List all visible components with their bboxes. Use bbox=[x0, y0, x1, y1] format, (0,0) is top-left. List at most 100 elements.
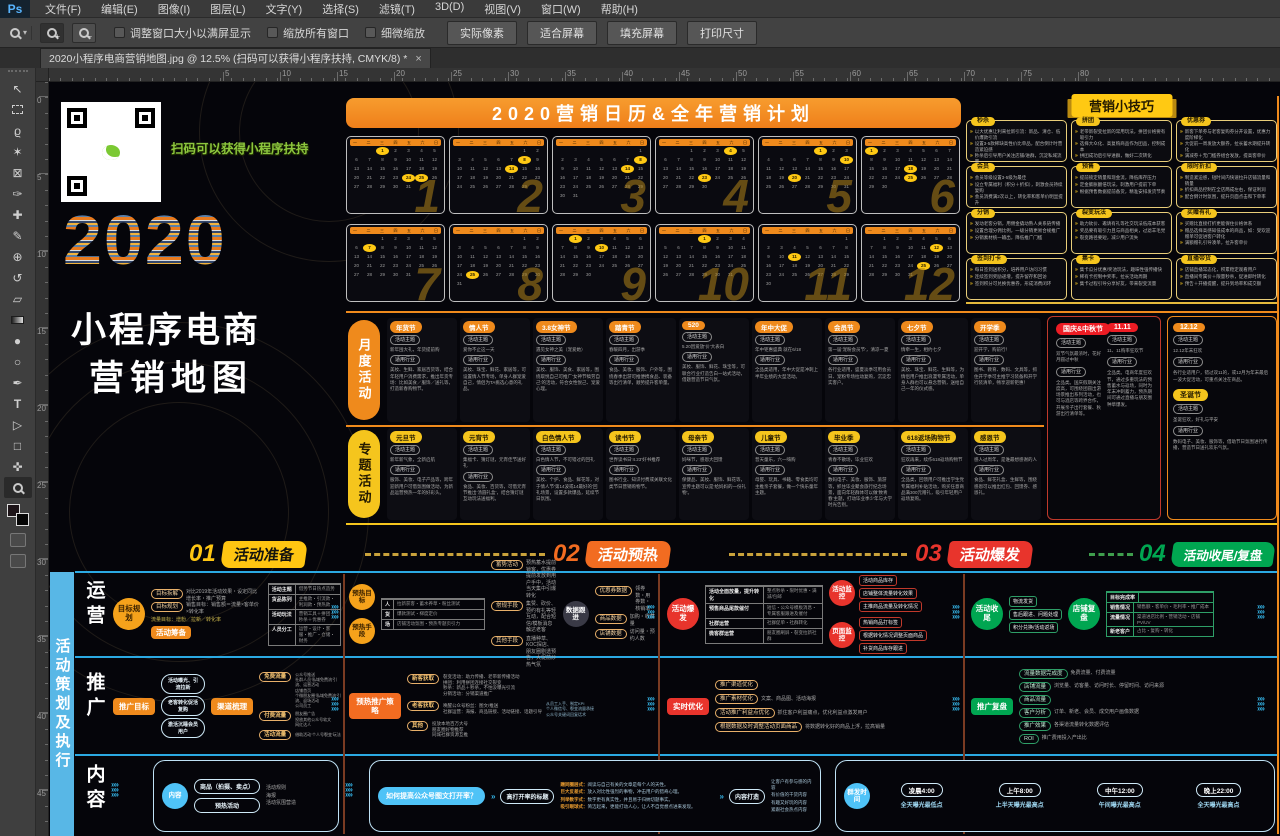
industry-text: 全品类。国庆假期关注度高，可围绕团圆出游场景推出系列活动，也可与酒店等跨界合作，… bbox=[1056, 380, 1101, 418]
channel-item: 网红达人 bbox=[295, 722, 331, 727]
option-button[interactable]: 适合屏幕 bbox=[527, 21, 597, 45]
menu-item[interactable]: 滤镜(T) bbox=[370, 0, 424, 18]
background-color[interactable] bbox=[16, 513, 29, 526]
photoshop-window: Ps 文件(F)编辑(E)图像(I)图层(L)文字(Y)选择(S)滤镜(T)3D… bbox=[0, 0, 1280, 836]
checkbox-label: 调整窗口大小以满屏显示 bbox=[130, 25, 251, 41]
flow-arrows-icon: »»»»»» bbox=[647, 604, 654, 619]
vertical-ruler[interactable]: 051015202530354045 bbox=[36, 82, 49, 836]
dodge-tool[interactable]: ○ bbox=[4, 351, 32, 372]
crop-tool[interactable]: ⊠ bbox=[4, 162, 32, 183]
quick-mask-button[interactable] bbox=[10, 533, 26, 547]
menu-item[interactable]: 图像(I) bbox=[149, 0, 199, 18]
pen-tool[interactable]: ✒ bbox=[4, 372, 32, 393]
node-store-review: 店铺复盘 bbox=[1068, 598, 1100, 630]
checkbox-icon[interactable] bbox=[267, 27, 278, 38]
bullet-icon: » bbox=[1075, 175, 1078, 182]
calendar-month-card: 一二三四五六日123456789101112131415161718192021… bbox=[449, 224, 548, 302]
phase-number: 04 bbox=[1139, 540, 1166, 568]
table-row: 流量情况渠道进店比例・营销活动・店铺PV/UV bbox=[1107, 612, 1213, 626]
horizontal-ruler[interactable]: 5101520253035404550556065707580 bbox=[49, 68, 1280, 82]
eraser-icon: ▱ bbox=[13, 292, 22, 306]
festival-pill: 520 bbox=[682, 321, 705, 330]
path-selection-tool[interactable]: ▷ bbox=[4, 414, 32, 435]
menu-item[interactable]: 图层(L) bbox=[201, 0, 254, 18]
menu-item[interactable]: 帮助(H) bbox=[592, 0, 647, 18]
zoom-tool[interactable] bbox=[4, 477, 32, 498]
theme-key: 活动主题 bbox=[901, 335, 931, 345]
title-tip-line: 巨大反差式：放入对比性强烈的事物，冲击用户的猎奇心理。 bbox=[560, 789, 713, 795]
month-number: 12 bbox=[904, 261, 955, 302]
industry-text: 食品、美妆、百货等，可借元宵节推出‘汤圆礼盒’，结合猜灯谜互动玩法送福利。 bbox=[463, 484, 527, 503]
option-checkbox[interactable]: 细微缩放 bbox=[365, 25, 425, 41]
ruler-origin bbox=[36, 68, 49, 82]
theme-key: 活动主题 bbox=[828, 335, 858, 345]
move-tool[interactable]: ↖ bbox=[4, 78, 32, 99]
rect-marquee-tool[interactable] bbox=[4, 99, 32, 120]
industry-key: 适用行业 bbox=[974, 355, 1004, 365]
calendar-month-card: 一二三四五六日123456789101112131415161718192021… bbox=[655, 136, 754, 214]
toolbar-grip[interactable] bbox=[8, 70, 28, 75]
move-icon: ↖ bbox=[12, 82, 22, 96]
industry-text: 美妆、服饰、美食、家居等，围绕取悦自己可推广‘女神节犒劳自己’的活动，符合女性悦… bbox=[536, 367, 600, 392]
tip-card: 秒杀 »以大优惠让利来拉新引流：新品、清仓、低价爆款引流»设置3-5款稀缺高性价… bbox=[966, 120, 1067, 162]
phase-ribbon: 活动爆发 bbox=[946, 541, 1034, 568]
table-row: 目标完成率 bbox=[1107, 592, 1213, 602]
menu-item[interactable]: 文件(F) bbox=[36, 0, 90, 18]
calendar-month-card: 一二三四五六日123456789101112131415161718192021… bbox=[346, 136, 445, 214]
menu-item[interactable]: 编辑(E) bbox=[92, 0, 147, 18]
canvas[interactable]: 扫码可以获得小程序扶持 2020 小程序电商 营销地图 2020营销日历&全年营… bbox=[49, 82, 1280, 836]
data-row: 商品数据加购・收藏量 bbox=[595, 614, 655, 627]
title-tip-line: 吸引眼球式：简洁起来，更能打动人心，让人不自觉想点进来发现。 bbox=[560, 804, 713, 810]
gradient-tool[interactable] bbox=[4, 309, 32, 330]
spot-healing-tool[interactable]: ✚ bbox=[4, 204, 32, 225]
zoom-tool-preset[interactable]: ▾ bbox=[6, 26, 32, 40]
dash-connector bbox=[1089, 553, 1133, 556]
photoshop-logo[interactable]: Ps bbox=[0, 0, 30, 18]
month-number: 9 bbox=[620, 261, 646, 302]
optimization-row: 根据数据及时调整活动页面商品将数据转化好的商品上浮，拉高销量 bbox=[715, 722, 885, 732]
checkbox-icon[interactable] bbox=[114, 27, 125, 38]
zoom-in-button[interactable]: + bbox=[40, 23, 64, 43]
menu-item[interactable]: 窗口(W) bbox=[532, 0, 590, 18]
rectangle-tool[interactable]: □ bbox=[4, 435, 32, 456]
weekday-header: 一二三四五六日 bbox=[350, 227, 441, 234]
lasso-tool[interactable]: ϱ bbox=[4, 120, 32, 141]
magic-wand-tool[interactable]: ✶ bbox=[4, 141, 32, 162]
screen-mode-button[interactable] bbox=[10, 554, 26, 568]
menu-item[interactable]: 视图(V) bbox=[475, 0, 530, 18]
option-checkbox[interactable]: 缩放所有窗口 bbox=[267, 25, 349, 41]
menu-item[interactable]: 选择(S) bbox=[313, 0, 368, 18]
option-button[interactable]: 实际像素 bbox=[447, 21, 517, 45]
broadcast-time-point: 凌晨4:00全天曝光最低点 bbox=[901, 783, 943, 809]
row-label-operations: 运营 bbox=[81, 580, 107, 650]
option-checkbox[interactable]: 调整窗口大小以满屏显示 bbox=[114, 25, 251, 41]
flow-arrows-icon: »»»»»» bbox=[647, 696, 654, 711]
tip-card: 买赠有礼 »买赠比直接打折更能保住价格体系»赠品选择高感知低成本的商品，如：受欢… bbox=[1176, 212, 1277, 254]
theme-text: 情牵一生，相约七夕 bbox=[901, 347, 965, 353]
option-button[interactable]: 填充屏幕 bbox=[607, 21, 677, 45]
document-tab[interactable]: 2020小程序电商营销地图.jpg @ 12.5% (扫码可以获得小程序扶持, … bbox=[40, 48, 431, 68]
color-swatches[interactable] bbox=[7, 504, 29, 526]
channel-group: 付费流量 朋友圈广告投放其他公众号软文网红达人 bbox=[259, 711, 341, 727]
menu-item[interactable]: 3D(D) bbox=[426, 0, 473, 18]
magnifier-icon bbox=[10, 28, 20, 38]
menu-item[interactable]: 文字(Y) bbox=[257, 0, 312, 18]
bullet-icon: » bbox=[970, 267, 973, 274]
type-tool[interactable]: T bbox=[4, 393, 32, 414]
clone-stamp-tool[interactable]: ⊕ bbox=[4, 246, 32, 267]
eyedropper-tool[interactable]: ✑ bbox=[4, 183, 32, 204]
option-button[interactable]: 打印尺寸 bbox=[687, 21, 757, 45]
eraser-tool[interactable]: ▱ bbox=[4, 288, 32, 309]
channel-group: 免费流量 公众号推送社群人员‘私域免费流’引流、运营活动店铺首页个微朋友圈‘私域… bbox=[259, 672, 341, 708]
hand-tool[interactable]: ✜ bbox=[4, 456, 32, 477]
node-warmup-means: 预热手段 bbox=[349, 618, 375, 644]
zoom-out-button[interactable]: − bbox=[72, 23, 96, 43]
blur-tool[interactable]: ● bbox=[4, 330, 32, 351]
flow-arrows-icon: »»»»»» bbox=[1257, 604, 1264, 619]
brush-tool[interactable]: ✎ bbox=[4, 225, 32, 246]
history-brush-tool[interactable]: ↺ bbox=[4, 267, 32, 288]
checkbox-icon[interactable] bbox=[365, 27, 376, 38]
industry-key: 适用行业 bbox=[828, 355, 858, 365]
close-tab-icon[interactable]: × bbox=[415, 53, 421, 65]
theme-text: 年中钜惠盛典 就在6/18 bbox=[755, 347, 819, 353]
